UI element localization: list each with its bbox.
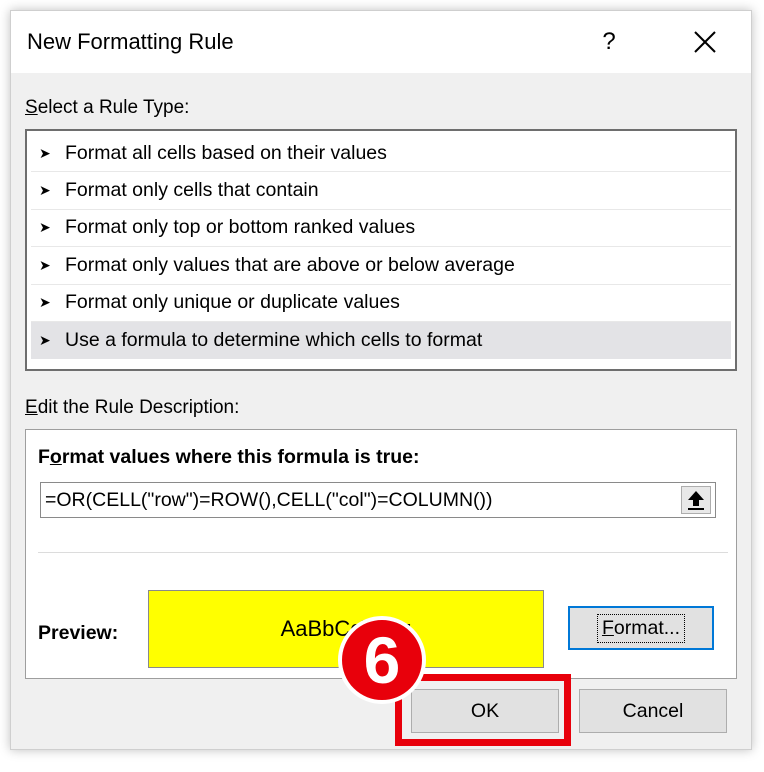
rule-item-label: Format all cells based on their values [65, 141, 387, 164]
cancel-button[interactable]: Cancel [579, 689, 727, 733]
rule-item-use-formula[interactable]: ➤ Use a formula to determine which cells… [31, 321, 731, 360]
formula-input[interactable]: =OR(CELL("row")=ROW(),CELL("col")=COLUMN… [40, 482, 716, 518]
arrow-icon: ➤ [39, 294, 51, 311]
rule-type-list[interactable]: ➤ Format all cells based on their values… [25, 129, 737, 371]
arrow-icon: ➤ [39, 144, 51, 161]
rule-item-cells-contain[interactable]: ➤ Format only cells that contain [31, 172, 731, 210]
rule-item-top-bottom[interactable]: ➤ Format only top or bottom ranked value… [31, 210, 731, 248]
arrow-icon: ➤ [39, 332, 51, 349]
close-button[interactable] [683, 21, 727, 63]
title-bar: New Formatting Rule ? [11, 11, 751, 73]
rule-item-label: Format only unique or duplicate values [65, 291, 400, 314]
dialog-title: New Formatting Rule [27, 29, 234, 54]
step-number-badge: 6 [338, 616, 426, 704]
rule-item-label: Format only top or bottom ranked values [65, 216, 416, 239]
formula-value: =OR(CELL("row")=ROW(),CELL("col")=COLUMN… [45, 489, 493, 511]
help-button[interactable]: ? [589, 21, 629, 63]
collapse-dialog-button[interactable] [681, 486, 711, 514]
format-button[interactable]: Format... [568, 606, 714, 650]
formula-heading: Format values where this formula is true… [38, 446, 420, 468]
preview-label: Preview: [38, 622, 119, 644]
rule-item-label: Use a formula to determine which cells t… [65, 329, 483, 352]
arrow-icon: ➤ [39, 182, 51, 199]
upload-arrow-icon [688, 491, 704, 510]
rule-item-unique-duplicate[interactable]: ➤ Format only unique or duplicate values [31, 285, 731, 322]
ok-button[interactable]: OK [411, 689, 559, 733]
rule-item-all-cells[interactable]: ➤ Format all cells based on their values [31, 135, 731, 173]
divider [38, 552, 728, 553]
rule-item-label: Format only cells that contain [65, 179, 319, 202]
arrow-icon: ➤ [39, 256, 51, 273]
close-icon [694, 31, 716, 53]
rule-type-label: Select a Rule Type: [25, 97, 190, 118]
rule-item-above-below-average[interactable]: ➤ Format only values that are above or b… [31, 247, 731, 285]
rule-description-label: Edit the Rule Description: [25, 397, 240, 418]
arrow-icon: ➤ [39, 219, 51, 236]
rule-item-label: Format only values that are above or bel… [65, 253, 515, 276]
